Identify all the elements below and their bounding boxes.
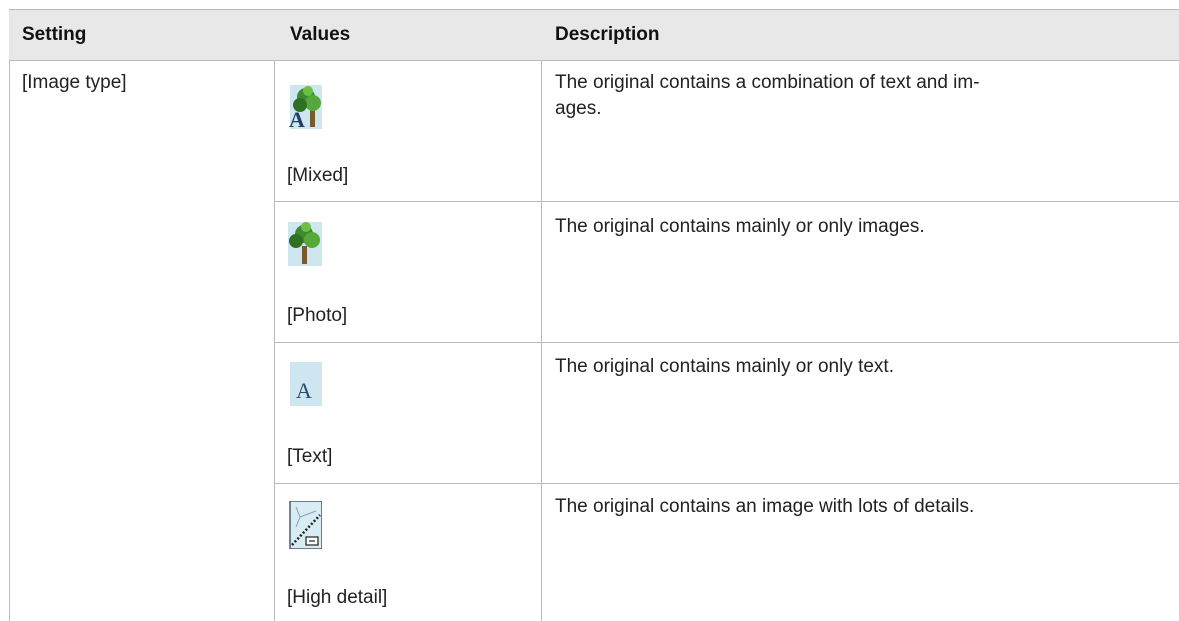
tree-icon — [288, 222, 322, 266]
row-divider — [274, 342, 1179, 343]
tree-text-icon: A — [289, 85, 322, 129]
value-high-detail: [High detail] — [287, 587, 388, 608]
row-divider — [274, 201, 1179, 202]
value-mixed: [Mixed] — [287, 165, 349, 186]
header-values: Values — [290, 24, 351, 45]
header-setting: Setting — [22, 24, 87, 45]
grid-line-col1 — [274, 60, 275, 621]
description-high-detail: The original contains an image with lots… — [555, 496, 975, 517]
description-photo: The original contains mainly or only ima… — [555, 216, 925, 237]
setting-name: [Image type] — [22, 72, 127, 93]
value-photo: [Photo] — [287, 305, 348, 326]
description-mixed: The original contains a combination of t… — [555, 72, 980, 119]
letter-a-icon: A — [290, 362, 322, 406]
settings-table: Setting Values Description [Image type] … — [0, 0, 1179, 621]
grid-line-col2 — [541, 60, 542, 621]
svg-text:A: A — [289, 107, 305, 129]
value-text: [Text] — [287, 446, 333, 467]
grid-line-left — [9, 60, 10, 621]
row-divider — [274, 483, 1179, 484]
description-text: The original contains mainly or only tex… — [555, 356, 894, 377]
table-header: Setting Values Description — [9, 9, 1179, 61]
svg-text:A: A — [296, 378, 312, 403]
detail-lines-icon — [289, 501, 322, 549]
header-description: Description — [555, 24, 660, 45]
